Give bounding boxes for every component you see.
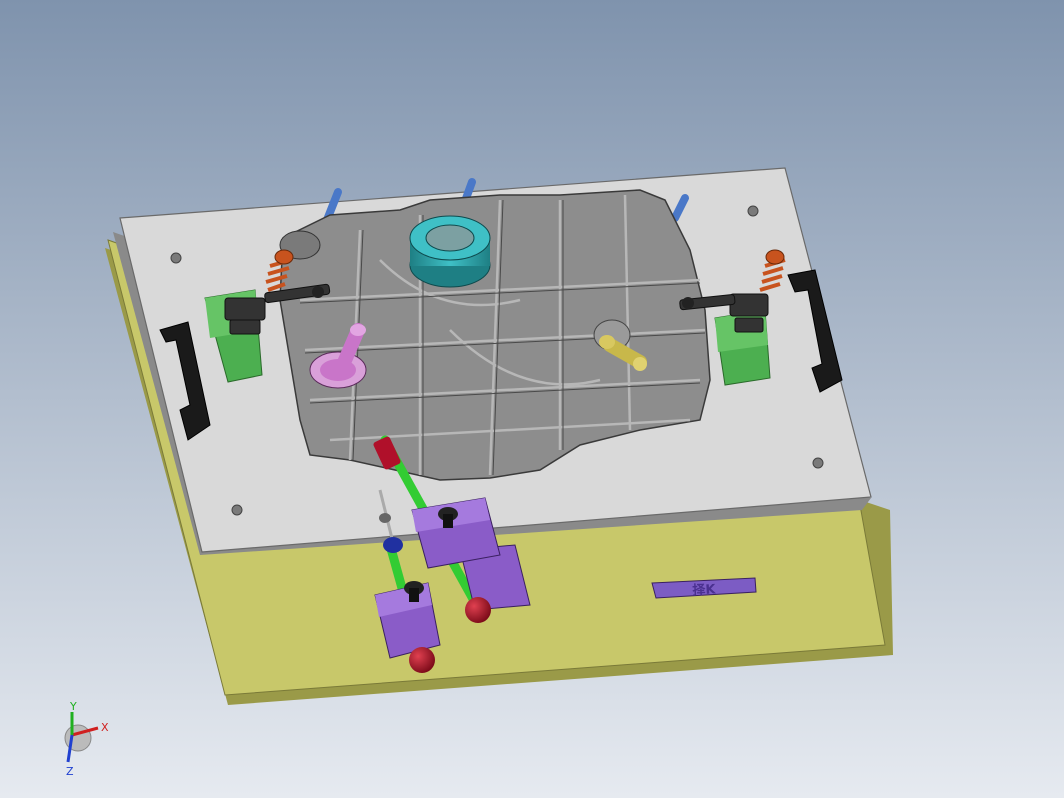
knob-lower[interactable]: [409, 647, 435, 673]
plate-hole: [812, 457, 824, 469]
model-view[interactable]: 择K X Y Z: [0, 0, 1064, 798]
teal-fitting[interactable]: [409, 215, 491, 288]
plate-hole: [231, 504, 243, 516]
knob-upper[interactable]: [465, 597, 491, 623]
plate-hole: [170, 252, 182, 264]
label-plate-text: 择K: [692, 581, 717, 598]
triad-y-label: Y: [69, 700, 77, 713]
plate-hole: [747, 205, 759, 217]
triad-z-label: Z: [66, 765, 74, 778]
triad-x-label: X: [101, 721, 109, 734]
cad-3d-viewport[interactable]: 择K X Y Z: [0, 0, 1064, 798]
